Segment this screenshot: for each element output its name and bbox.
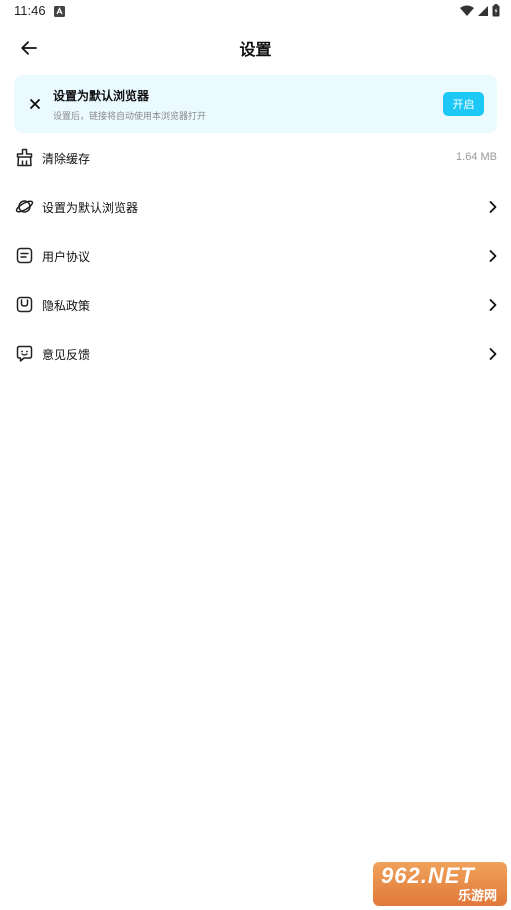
settings-list: 清除缓存 1.64 MB 设置为默认浏览器 用户协议 隐私政策 意见反馈 <box>0 134 511 379</box>
settings-item-default-browser[interactable]: 设置为默认浏览器 <box>0 183 511 232</box>
banner-title: 设置为默认浏览器 <box>53 89 150 103</box>
status-time: 11:46 <box>14 3 46 18</box>
enable-button[interactable]: 开启 <box>443 92 484 116</box>
settings-item-user-agreement[interactable]: 用户协议 <box>0 232 511 281</box>
app-header: 设置 <box>0 24 511 72</box>
settings-screen: 11:46 设置 设置为默认浏览器 设置后，链接将自动使用本浏览器打开 开启 清… <box>0 0 511 910</box>
broom-icon <box>16 148 33 167</box>
settings-item-label: 设置为默认浏览器 <box>42 201 139 215</box>
settings-item-label: 清除缓存 <box>42 152 91 166</box>
chevron-right-icon <box>489 201 497 213</box>
settings-item-feedback[interactable]: 意见反馈 <box>0 330 511 379</box>
settings-item-clear-cache[interactable]: 清除缓存 1.64 MB <box>0 134 511 183</box>
chevron-right-icon <box>489 348 497 360</box>
privacy-icon <box>16 296 33 313</box>
settings-item-label: 意见反馈 <box>42 348 91 362</box>
close-icon <box>30 99 40 109</box>
feedback-icon <box>16 345 33 362</box>
watermark-name: 乐游网 <box>457 889 497 904</box>
wifi-icon <box>460 5 474 16</box>
status-icons <box>460 4 500 17</box>
default-browser-banner: 设置为默认浏览器 设置后，链接将自动使用本浏览器打开 开启 <box>14 75 497 133</box>
chevron-right-icon <box>489 250 497 262</box>
status-bar: 11:46 <box>0 0 511 24</box>
chevron-right-icon <box>489 299 497 311</box>
cache-size-value: 1.64 MB <box>456 151 497 163</box>
settings-item-label: 用户协议 <box>42 250 91 264</box>
banner-subtitle: 设置后，链接将自动使用本浏览器打开 <box>53 112 207 122</box>
notification-icon <box>54 6 65 17</box>
battery-icon <box>492 4 500 17</box>
signal-icon <box>478 5 488 16</box>
page-title: 设置 <box>239 40 272 59</box>
planet-icon <box>15 200 34 213</box>
document-icon <box>16 247 33 264</box>
banner-close-button[interactable] <box>25 94 45 114</box>
watermark-logo: 962.NET 乐游网 <box>373 862 507 906</box>
settings-item-privacy-policy[interactable]: 隐私政策 <box>0 281 511 330</box>
settings-item-label: 隐私政策 <box>42 299 91 313</box>
